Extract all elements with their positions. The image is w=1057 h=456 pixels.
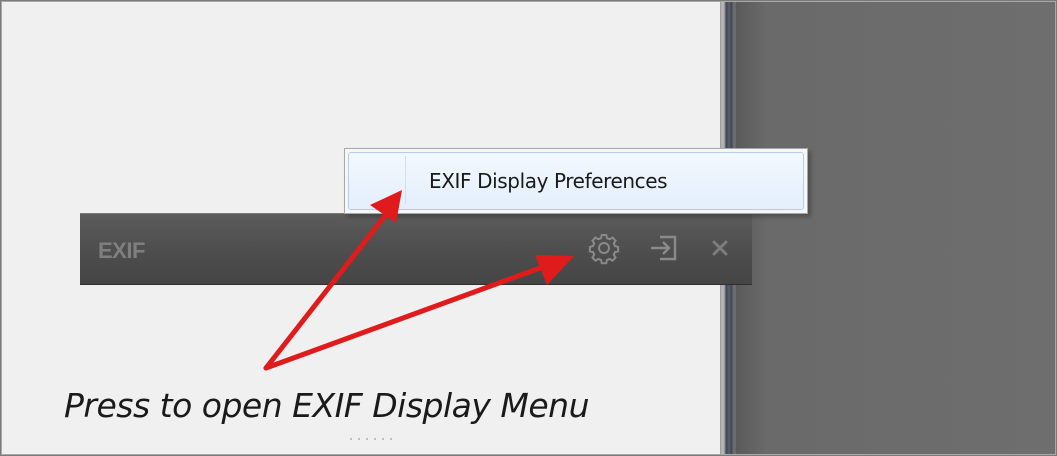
gear-icon[interactable] [584, 228, 624, 268]
dock-icon[interactable] [644, 228, 684, 268]
exif-panel-header: EXIF [80, 213, 752, 284]
menu-icon-gutter [405, 156, 406, 204]
right-panel [736, 2, 1055, 454]
menu-item-label: EXIF Display Preferences [429, 169, 668, 193]
close-icon[interactable] [700, 228, 740, 268]
panel-title: EXIF [98, 238, 145, 263]
menu-item-exif-display-preferences[interactable]: EXIF Display Preferences [348, 152, 804, 210]
resize-grip-icon[interactable] [347, 436, 399, 442]
screenshot-frame: EXIF EXIF Display Preferences Press to o… [0, 0, 1057, 456]
annotation-caption: Press to open EXIF Display Menu [64, 386, 590, 425]
exif-display-menu: EXIF Display Preferences [344, 148, 808, 214]
